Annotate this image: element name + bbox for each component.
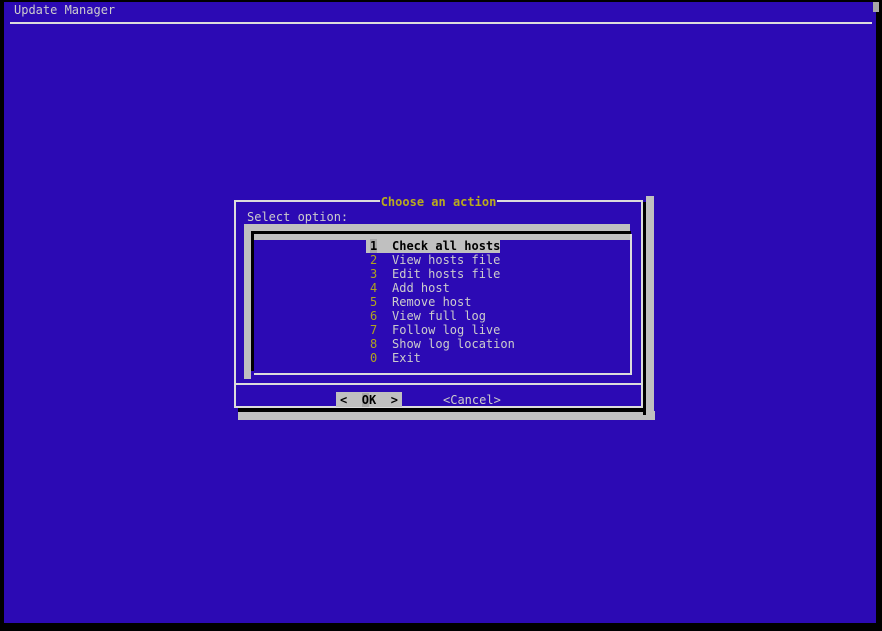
ok-cursor-cell: O — [362, 393, 369, 407]
menu-item[interactable]: 4Add host — [366, 281, 450, 295]
menu-item-tag: 4 — [370, 281, 392, 295]
menu-item-label: Exit — [392, 351, 421, 365]
ok-button[interactable]: < OK > — [336, 392, 402, 407]
menu-item[interactable]: 6View full log — [366, 309, 486, 323]
menubox-border-top-light — [244, 224, 630, 231]
menubox-border-left-dark — [251, 231, 254, 371]
dialog-shadow-bottom — [238, 411, 655, 420]
terminal-scrollbar-thumb[interactable] — [873, 2, 879, 12]
menu-item-tag: 3 — [370, 267, 392, 281]
ok-open-bracket: < — [340, 393, 347, 407]
cancel-button[interactable]: <Cancel> — [443, 392, 501, 407]
menu-item-label: View full log — [392, 309, 486, 323]
menu-item-label: Show log location — [392, 337, 515, 351]
dialog-shadow-bottom-dark — [238, 408, 645, 412]
menu-item-tag: 5 — [370, 295, 392, 309]
dialog-box: Choose an action Select option: 1Check a… — [234, 200, 643, 408]
menubox-border-right — [630, 234, 632, 375]
menubox-border-bottom — [254, 373, 632, 375]
menu-item-label: Add host — [392, 281, 450, 295]
menu-item-tag: 8 — [370, 337, 392, 351]
backtitle: Update Manager — [14, 3, 115, 17]
menu-item-label: Remove host — [392, 295, 471, 309]
terminal-window: Update Manager Choose an action Select o… — [0, 0, 882, 631]
dialog-shadow-right-dark — [643, 202, 646, 415]
menu-item-label: Edit hosts file — [392, 267, 500, 281]
backtitle-separator-line — [10, 22, 872, 24]
menu-item-tag: 2 — [370, 253, 392, 267]
menu-item-tag: 0 — [370, 351, 392, 365]
menu-item[interactable]: 1Check all hosts — [366, 239, 500, 253]
menu-item-label: View hosts file — [392, 253, 500, 267]
menu-item-label: Follow log live — [392, 323, 500, 337]
ok-close-bracket: > — [391, 393, 398, 407]
menu-item[interactable]: 3Edit hosts file — [366, 267, 500, 281]
ok-button-label: OK — [362, 393, 376, 407]
menu-item-tag: 1 — [370, 239, 392, 253]
dialog-prompt: Select option: — [247, 210, 348, 224]
menu-item-label: Check all hosts — [392, 239, 500, 253]
menu-item-tag: 7 — [370, 323, 392, 337]
button-separator-line — [236, 383, 641, 385]
menu-item[interactable]: 2View hosts file — [366, 253, 500, 267]
menu-item[interactable]: 7Follow log live — [366, 323, 500, 337]
menu-item[interactable]: 8Show log location — [366, 337, 515, 351]
menu-item[interactable]: 0Exit — [366, 351, 421, 365]
dialog-shadow-right — [646, 196, 654, 420]
menu-item[interactable]: 5Remove host — [366, 295, 471, 309]
menubox-border-left-light — [244, 224, 251, 379]
menu-item-tag: 6 — [370, 309, 392, 323]
